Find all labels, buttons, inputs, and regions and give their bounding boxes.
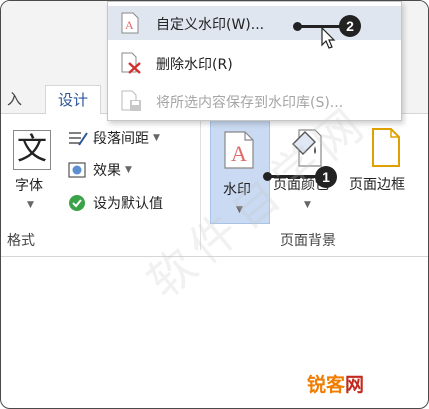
- format-group-label: 格式: [7, 233, 35, 249]
- brand-part-1: 锐客: [307, 374, 346, 396]
- paragraph-spacing-button[interactable]: 段落间距 ▼: [67, 128, 160, 148]
- brand-part-2: 网: [345, 374, 365, 396]
- save-to-gallery-icon: [121, 90, 141, 111]
- screenshot-frame: 入 设计 文 字体 ▼ 段落间距 ▼ 效果 ▼ 设为默认值 格式 A 水印 ▼ …: [0, 0, 429, 409]
- tab-insert-partial[interactable]: 入: [7, 85, 22, 113]
- chevron-down-icon: ▼: [304, 200, 311, 210]
- svg-text:A: A: [231, 141, 247, 166]
- set-as-default-button[interactable]: 设为默认值: [67, 193, 163, 213]
- callout-2-badge: 2: [339, 15, 361, 37]
- font-button-label: 字体: [15, 178, 43, 194]
- effects-label: 效果: [93, 163, 121, 179]
- mouse-cursor-icon: [321, 27, 336, 49]
- custom-watermark-icon: A: [121, 12, 139, 34]
- font-icon: 文: [13, 130, 51, 170]
- page-background-group-label: 页面背景: [280, 233, 336, 249]
- custom-watermark-label: 自定义水印(W)...: [156, 17, 265, 33]
- effects-button[interactable]: 效果 ▼: [67, 160, 132, 180]
- remove-watermark-menu-item[interactable]: 删除水印(R): [108, 46, 401, 80]
- font-button[interactable]: 文 字体 ▼: [9, 128, 55, 216]
- brand-logo: 锐客网: [307, 370, 364, 397]
- callout-2-line: [298, 25, 342, 28]
- tab-design[interactable]: 设计: [45, 85, 102, 115]
- effects-icon: [68, 162, 86, 178]
- paragraph-spacing-icon: [69, 132, 88, 146]
- svg-text:A: A: [125, 18, 134, 32]
- set-as-default-label: 设为默认值: [93, 196, 163, 212]
- remove-watermark-label: 删除水印(R): [156, 57, 233, 73]
- chevron-down-icon: ▼: [27, 200, 34, 210]
- check-circle-icon: [69, 195, 85, 211]
- remove-watermark-icon: [121, 52, 141, 74]
- paragraph-spacing-label: 段落间距: [93, 131, 149, 147]
- chevron-down-icon: ▼: [153, 133, 160, 143]
- page-borders-label: 页面边框: [349, 177, 405, 193]
- chevron-down-icon: ▼: [125, 165, 132, 175]
